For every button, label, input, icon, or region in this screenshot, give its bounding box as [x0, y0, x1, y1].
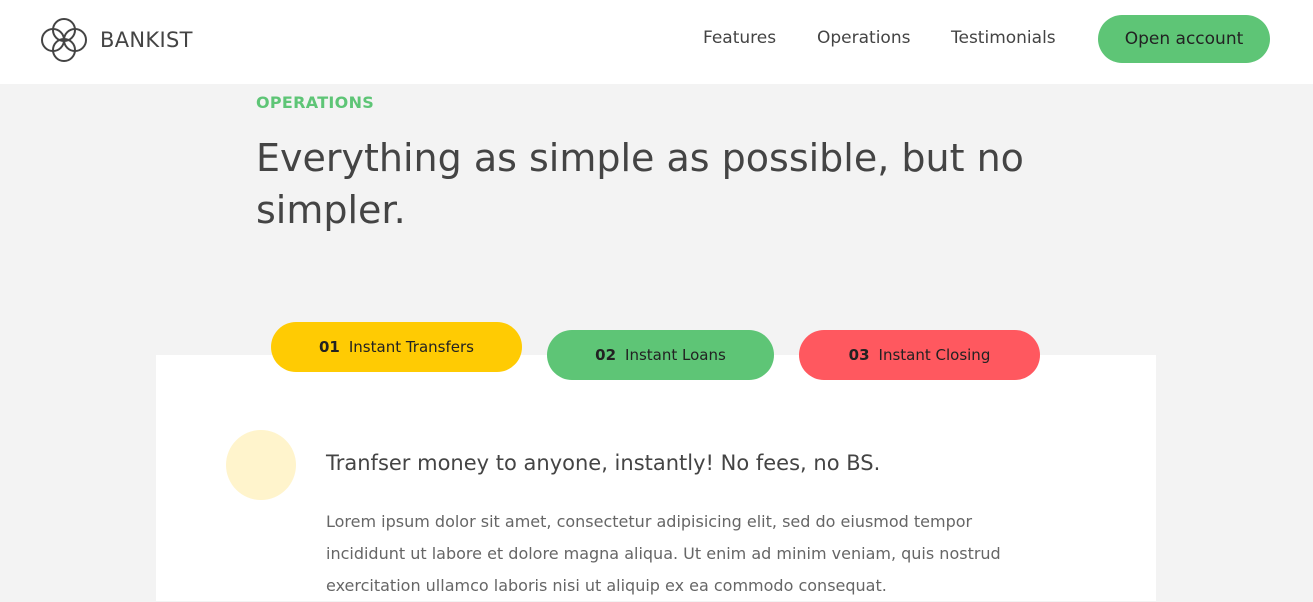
tab-instant-closing[interactable]: 03 Instant Closing [799, 330, 1040, 380]
section-label: OPERATIONS [256, 93, 375, 112]
nav-link-testimonials[interactable]: Testimonials [951, 28, 1056, 48]
open-account-button[interactable]: Open account [1098, 15, 1270, 63]
brand-logo[interactable]: BANKIST [40, 17, 193, 63]
nav-link-operations[interactable]: Operations [817, 28, 910, 48]
tab-number: 02 [595, 346, 617, 364]
content-heading: Tranfser money to anyone, instantly! No … [326, 451, 881, 475]
bankist-logo-icon [41, 18, 87, 62]
tab-instant-transfers[interactable]: 01 Instant Transfers [271, 322, 522, 372]
tab-label: Instant Closing [878, 346, 991, 364]
navbar: BANKIST Features Operations Testimonials… [0, 0, 1313, 84]
tab-label: Instant Transfers [348, 338, 474, 356]
tab-instant-loans[interactable]: 02 Instant Loans [547, 330, 774, 380]
brand-name: BANKIST [100, 28, 193, 52]
content-text: Lorem ipsum dolor sit amet, consectetur … [326, 512, 1001, 595]
transfer-icon [226, 430, 296, 500]
tab-label: Instant Loans [625, 346, 726, 364]
tab-number: 03 [848, 346, 870, 364]
section-title: Everything as simple as possible, but no… [256, 136, 1024, 232]
tab-number: 01 [319, 338, 340, 356]
nav-link-features[interactable]: Features [703, 28, 776, 48]
